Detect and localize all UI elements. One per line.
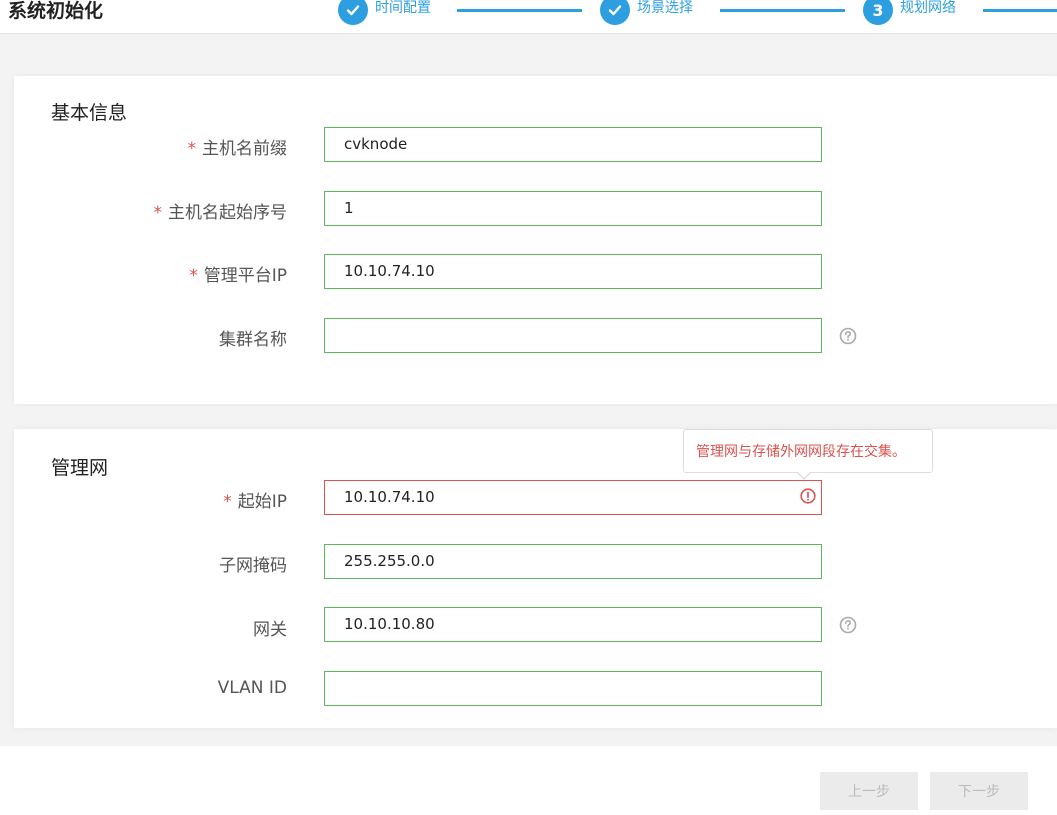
step-1-check-icon — [338, 0, 368, 25]
tooltip-arrow — [796, 471, 812, 480]
mgmt-network-panel: 管理网与存储外网网段存在交集。 管理网 * 起始IP 10.10.74.10 子网… — [14, 429, 1057, 728]
question-circle-icon[interactable] — [839, 616, 857, 634]
step-2-label: 场景选择 — [637, 0, 693, 16]
gateway-input[interactable]: 10.10.10.80 — [324, 607, 822, 642]
mgmt-network-title: 管理网 — [51, 457, 109, 479]
step-3-label: 规划网络 — [900, 0, 956, 16]
page-title: 系统初始化 — [8, 0, 104, 22]
cluster-name-input[interactable] — [324, 318, 822, 353]
step-3-number: 3 — [863, 0, 893, 25]
hostname-start-index-label: * 主机名起始序号 — [153, 203, 288, 223]
cluster-name-label: 集群名称 — [219, 330, 287, 350]
subnet-mask-label: 子网掩码 — [219, 556, 287, 576]
vlan-id-label: VLAN ID — [217, 678, 287, 698]
step-connector-2 — [720, 9, 845, 12]
mgmt-platform-ip-label: * 管理平台IP — [189, 266, 287, 286]
start-ip-input[interactable]: 10.10.74.10 — [324, 480, 822, 515]
hostname-prefix-label: * 主机名前缀 — [187, 139, 288, 159]
error-tooltip: 管理网与存储外网网段存在交集。 — [683, 429, 933, 480]
hostname-start-index-input[interactable]: 1 — [324, 191, 822, 226]
mgmt-platform-ip-input[interactable]: 10.10.74.10 — [324, 254, 822, 289]
footer-bar: 上一步 下一步 — [0, 746, 1057, 815]
basic-info-title: 基本信息 — [51, 102, 128, 124]
step-1-label: 时间配置 — [375, 0, 431, 16]
subnet-mask-input[interactable]: 255.255.0.0 — [324, 544, 822, 579]
top-bar: 系统初始化 时间配置 场景选择 3 规划网络 — [0, 0, 1057, 34]
step-connector-1 — [457, 9, 582, 12]
exclamation-circle-icon — [800, 488, 816, 504]
start-ip-label: * 起始IP — [223, 492, 287, 512]
hostname-prefix-input[interactable]: cvknode — [324, 127, 822, 162]
basic-info-panel: 基本信息 * 主机名前缀 cvknode * 主机名起始序号 1 * 管理平台IP 1… — [14, 76, 1057, 404]
question-circle-icon[interactable] — [839, 327, 857, 345]
prev-step-button[interactable]: 上一步 — [820, 772, 918, 810]
gateway-label: 网关 — [253, 620, 287, 640]
vlan-id-input[interactable] — [324, 671, 822, 706]
next-step-button[interactable]: 下一步 — [930, 772, 1028, 810]
step-connector-3 — [983, 9, 1057, 12]
step-2-check-icon — [600, 0, 630, 25]
